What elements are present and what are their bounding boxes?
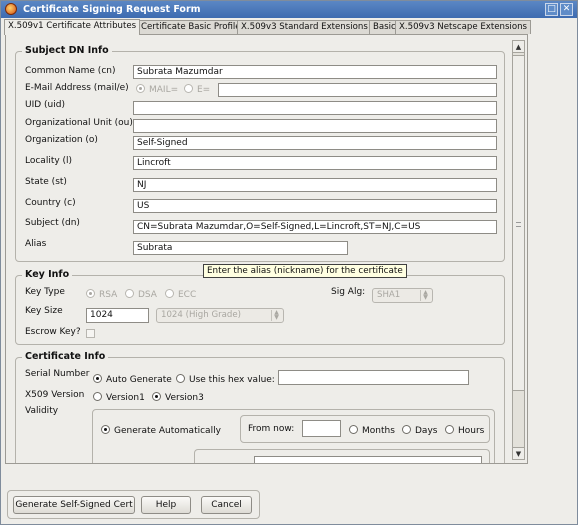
from-now-label: From now: bbox=[248, 424, 295, 434]
email-label: E-Mail Address (mail/e) bbox=[25, 83, 129, 93]
title-bar[interactable]: Certificate Signing Request Form □ ✕ bbox=[1, 1, 577, 18]
common-name-label: Common Name (cn) bbox=[25, 66, 116, 76]
escrow-key-label: Escrow Key? bbox=[25, 327, 81, 337]
org-unit-label: Organizational Unit (ou) bbox=[25, 118, 133, 128]
scroll-down-icon[interactable]: ▼ bbox=[513, 447, 524, 459]
organization-field[interactable]: Self-Signed bbox=[133, 136, 497, 150]
from-now-field[interactable] bbox=[302, 420, 341, 437]
serial-number-label: Serial Number bbox=[25, 369, 90, 379]
key-size-label: Key Size bbox=[25, 306, 63, 316]
app-logo-icon bbox=[5, 3, 17, 15]
generate-automatically-radio[interactable]: Generate Automatically bbox=[101, 425, 221, 437]
cert-info-legend: Certificate Info bbox=[22, 351, 109, 362]
help-button[interactable]: Help bbox=[141, 496, 191, 514]
months-radio[interactable]: Months bbox=[349, 425, 395, 437]
tab-x509v3-netscape[interactable]: X.509v3 Netscape Extensions bbox=[395, 20, 531, 34]
hours-radio[interactable]: Hours bbox=[445, 425, 484, 437]
hex-value-field[interactable] bbox=[278, 370, 469, 385]
key-type-label: Key Type bbox=[25, 287, 65, 297]
use-hex-radio[interactable]: Use this hex value: bbox=[176, 374, 275, 386]
alias-tooltip: Enter the alias (nickname) for the certi… bbox=[203, 264, 407, 278]
spinner-arrows-icon: ▲ ▼ bbox=[420, 290, 430, 301]
auto-generate-radio[interactable]: Auto Generate bbox=[93, 374, 172, 386]
organization-label: Organization (o) bbox=[25, 135, 98, 145]
days-radio[interactable]: Days bbox=[402, 425, 437, 437]
key-type-ecc-radio[interactable]: ECC bbox=[165, 289, 196, 301]
help-button-label: Help bbox=[155, 500, 177, 510]
key-type-dsa-radio[interactable]: DSA bbox=[125, 289, 157, 301]
grip-icon bbox=[516, 222, 521, 227]
tab-x509v1-attributes[interactable]: X.509v1 Certificate Attributes bbox=[4, 19, 141, 35]
version3-radio[interactable]: Version3 bbox=[152, 392, 204, 404]
tab-panel: Subject DN Info Common Name (cn) Subrata… bbox=[5, 34, 528, 464]
org-unit-field[interactable] bbox=[133, 119, 497, 133]
state-label: State (st) bbox=[25, 177, 67, 187]
window-title: Certificate Signing Request Form bbox=[23, 4, 201, 15]
spinner-arrows-icon: ▲ ▼ bbox=[271, 310, 281, 321]
sig-alg-label: Sig Alg: bbox=[331, 287, 366, 297]
subject-dn-label: Subject (dn) bbox=[25, 218, 80, 228]
state-field[interactable]: NJ bbox=[133, 178, 497, 192]
vertical-scrollbar[interactable]: ▲ ▼ bbox=[512, 40, 525, 460]
x509-version-label: X509 Version bbox=[25, 390, 85, 400]
button-bar: Generate Self-Signed Cert Help Cancel bbox=[7, 490, 260, 519]
locality-field[interactable]: Lincroft bbox=[133, 156, 497, 170]
sig-alg-select[interactable]: SHA1 ▲ ▼ bbox=[372, 288, 433, 303]
generate-self-signed-cert-button[interactable]: Generate Self-Signed Cert bbox=[13, 496, 135, 514]
alias-field[interactable]: Subrata bbox=[133, 241, 348, 255]
alias-label: Alias bbox=[25, 239, 47, 249]
close-icon[interactable]: ✕ bbox=[560, 3, 573, 16]
scroll-up-icon[interactable]: ▲ bbox=[513, 41, 524, 53]
email-field[interactable] bbox=[218, 83, 497, 97]
email-e-radio[interactable]: E= bbox=[184, 84, 210, 96]
maximize-icon[interactable]: □ bbox=[545, 3, 558, 16]
uid-label: UID (uid) bbox=[25, 100, 65, 110]
subject-dn-field[interactable]: CN=Subrata Mazumdar,O=Self-Signed,L=Linc… bbox=[133, 220, 497, 234]
tab-x509v3-standard[interactable]: X.509v3 Standard Extensions bbox=[237, 20, 372, 34]
subject-dn-legend: Subject DN Info bbox=[22, 45, 112, 56]
uid-field[interactable] bbox=[133, 101, 497, 115]
key-info-legend: Key Info bbox=[22, 269, 73, 280]
common-name-field[interactable]: Subrata Mazumdar bbox=[133, 65, 497, 79]
cancel-button[interactable]: Cancel bbox=[201, 496, 252, 514]
locality-label: Locality (l) bbox=[25, 156, 73, 166]
key-type-rsa-radio[interactable]: RSA bbox=[86, 289, 117, 301]
cancel-button-label: Cancel bbox=[211, 500, 242, 510]
csr-window: Certificate Signing Request Form □ ✕ X.5… bbox=[0, 0, 578, 525]
country-label: Country (c) bbox=[25, 198, 76, 208]
scrollbar-thumb[interactable] bbox=[513, 55, 524, 391]
escrow-key-checkbox[interactable] bbox=[86, 329, 95, 338]
key-size-select[interactable]: 1024 (High Grade) ▲ ▼ bbox=[156, 308, 284, 323]
validity-date-field[interactable] bbox=[254, 456, 482, 463]
form-scroll-area: Subject DN Info Common Name (cn) Subrata… bbox=[6, 35, 511, 463]
tab-basic-profile[interactable]: Certificate Basic Profile bbox=[137, 20, 245, 34]
version1-radio[interactable]: Version1 bbox=[93, 392, 145, 404]
key-size-field[interactable]: 1024 bbox=[86, 308, 149, 323]
country-field[interactable]: US bbox=[133, 199, 497, 213]
email-mail-radio[interactable]: MAIL= bbox=[136, 84, 178, 96]
validity-label: Validity bbox=[25, 406, 59, 416]
